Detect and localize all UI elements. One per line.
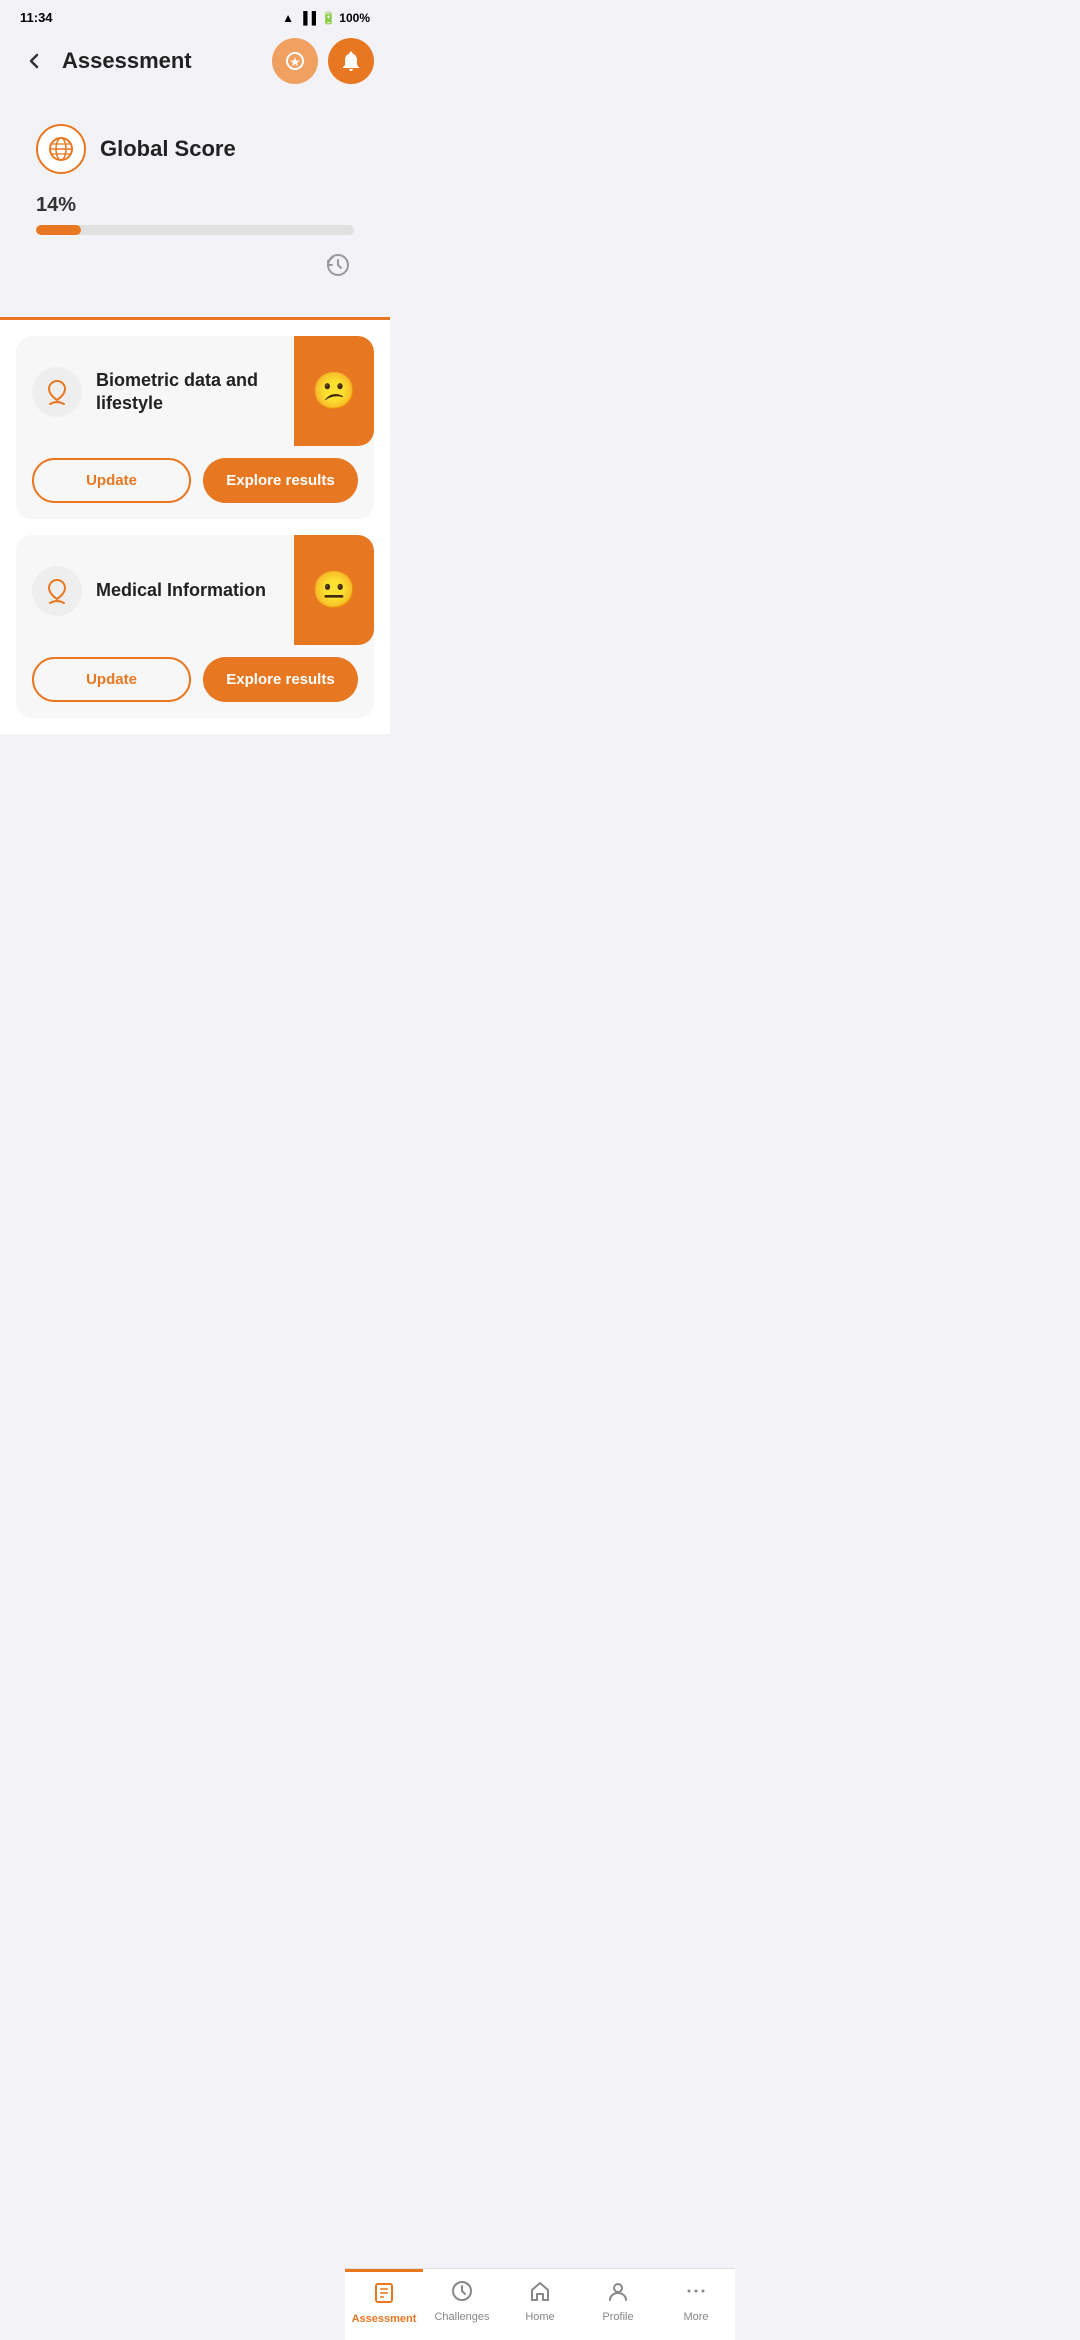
home-nav-icon [529, 2280, 551, 2308]
profile-nav-label: Profile [602, 2311, 633, 2323]
assessment-nav-icon [373, 2282, 395, 2310]
header-left: Assessment [16, 43, 192, 79]
notification-button[interactable] [328, 38, 374, 84]
bottom-nav: Assessment Challenges Home Profile [345, 2268, 735, 2340]
globe-icon [36, 124, 86, 174]
challenges-nav-icon [451, 2280, 473, 2308]
card-info: Medical Information [16, 535, 294, 645]
back-button[interactable] [16, 43, 52, 79]
biometric-emoji: 😕 [294, 336, 374, 446]
biometric-update-button[interactable]: Update [32, 458, 191, 503]
card-icon-area [32, 566, 82, 616]
nav-item-more[interactable]: More [657, 2269, 735, 2340]
nav-item-assessment[interactable]: Assessment [345, 2269, 423, 2340]
progress-bar-fill [36, 225, 81, 235]
more-nav-icon [685, 2280, 707, 2308]
card-top: Medical Information 😐 [16, 535, 374, 645]
status-time: 11:34 [20, 10, 53, 25]
signal-icon: ▐▐ [299, 11, 316, 25]
medical-update-button[interactable]: Update [32, 657, 191, 702]
card-buttons: Update Explore results [16, 645, 374, 718]
more-nav-label: More [683, 2311, 708, 2323]
profile-nav-icon [607, 2280, 629, 2308]
card-top: Biometric data and lifestyle 😕 [16, 336, 374, 446]
medical-title: Medical Information [96, 579, 266, 602]
medical-card: Medical Information 😐 Update Explore res… [16, 535, 374, 718]
score-footer [36, 249, 354, 281]
status-icons: ▲ ▐▐ 🔋 100% [282, 11, 370, 25]
page-title: Assessment [62, 48, 192, 74]
biometric-icon [32, 367, 82, 417]
medical-icon [32, 566, 82, 616]
biometric-title: Biometric data and lifestyle [96, 369, 278, 416]
nav-item-challenges[interactable]: Challenges [423, 2269, 501, 2340]
card-buttons: Update Explore results [16, 446, 374, 519]
wifi-icon: ▲ [282, 11, 294, 25]
cards-area: Biometric data and lifestyle 😕 Update Ex… [0, 320, 390, 734]
badge-button[interactable] [272, 38, 318, 84]
card-info: Biometric data and lifestyle [16, 336, 294, 446]
home-nav-label: Home [525, 2311, 554, 2323]
medical-emoji: 😐 [294, 535, 374, 645]
global-score-header: Global Score [36, 124, 354, 174]
global-score-card: Global Score 14% [16, 108, 374, 301]
nav-item-profile[interactable]: Profile [579, 2269, 657, 2340]
global-score-title: Global Score [100, 136, 236, 162]
assessment-nav-label: Assessment [352, 2313, 417, 2325]
nav-item-home[interactable]: Home [501, 2269, 579, 2340]
battery-icon: 🔋 100% [321, 11, 370, 25]
biometric-card: Biometric data and lifestyle 😕 Update Ex… [16, 336, 374, 519]
biometric-explore-button[interactable]: Explore results [203, 458, 358, 503]
status-bar: 11:34 ▲ ▐▐ 🔋 100% [0, 0, 390, 30]
medical-explore-button[interactable]: Explore results [203, 657, 358, 702]
history-button[interactable] [322, 249, 354, 281]
card-icon-area [32, 367, 82, 417]
progress-bar [36, 225, 354, 235]
header-icons [272, 38, 374, 84]
header: Assessment [0, 30, 390, 98]
challenges-nav-label: Challenges [434, 2311, 489, 2323]
score-percent: 14% [36, 194, 354, 217]
